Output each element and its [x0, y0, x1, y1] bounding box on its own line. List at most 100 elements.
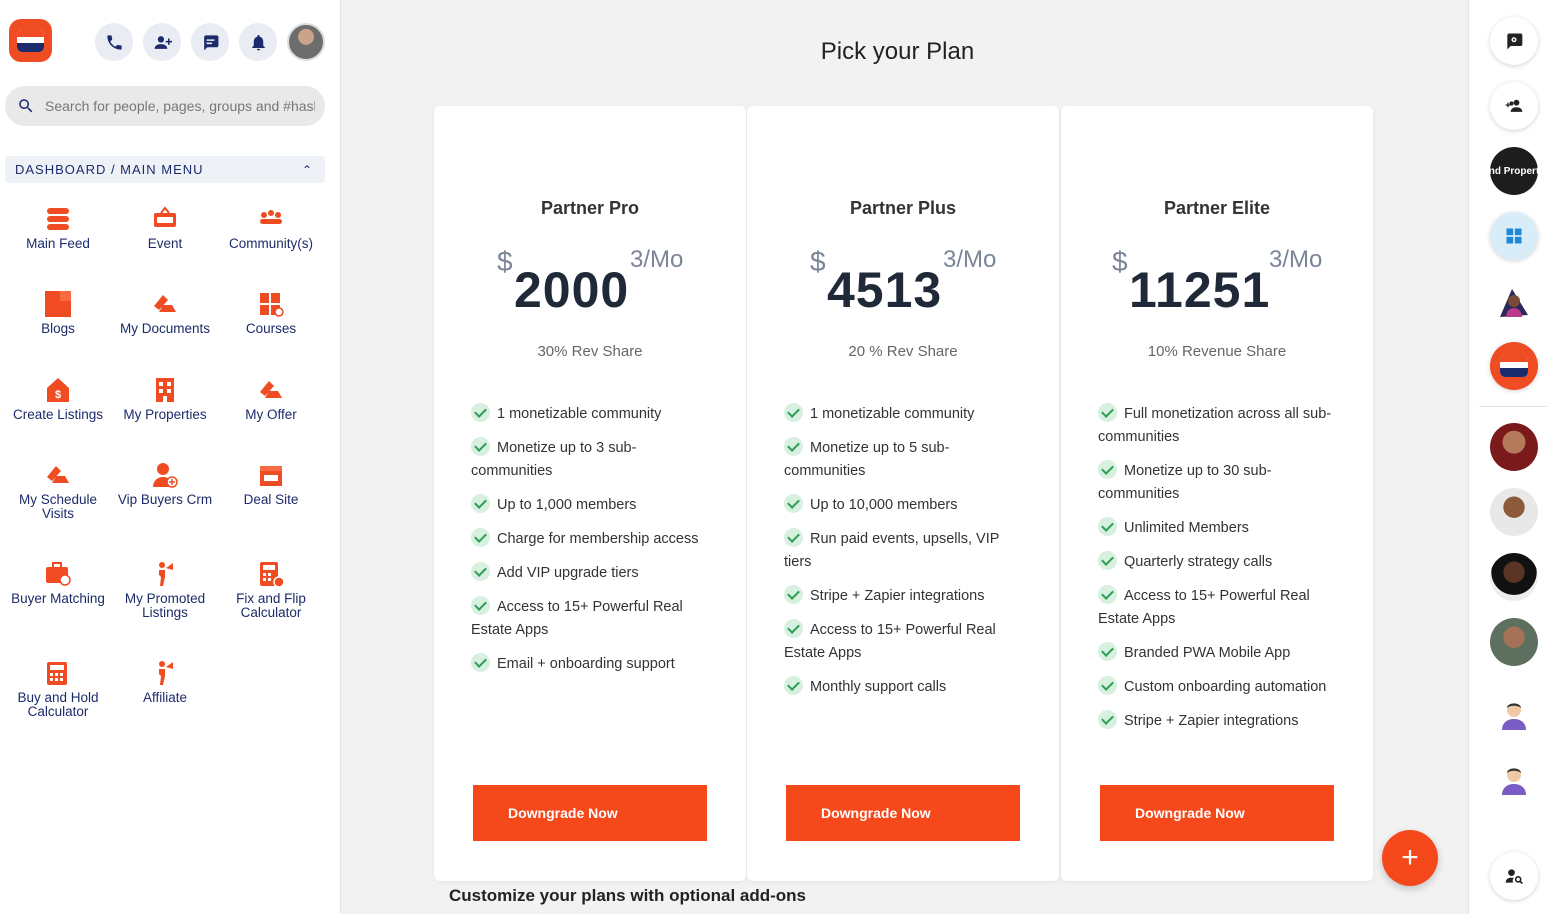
buyer-matching-icon	[44, 560, 72, 588]
price-period: 3/Mo	[1269, 246, 1323, 273]
add-fab-button[interactable]: +	[1382, 830, 1438, 886]
feature-item: Email + onboarding support	[471, 653, 711, 676]
contact-avatar-default[interactable]	[1490, 755, 1538, 803]
price-currency: $	[497, 246, 513, 277]
menu-item-my-properties[interactable]: My Properties	[112, 376, 218, 422]
contact-avatar[interactable]	[1490, 618, 1538, 666]
main-menu-header[interactable]: DASHBOARD / MAIN MENU ⌃	[5, 156, 325, 183]
feature-item: Monthly support calls	[784, 676, 1024, 699]
menu-item-label: Deal Site	[243, 492, 299, 507]
feature-item: Unlimited Members	[1098, 517, 1338, 540]
check-icon	[471, 494, 490, 513]
revenue-share: 10% Revenue Share	[1147, 343, 1287, 360]
app-logo[interactable]	[9, 19, 52, 62]
feature-item: Up to 10,000 members	[784, 494, 1024, 517]
feature-item: 1 monetizable community	[471, 403, 711, 426]
chevron-up-icon[interactable]: ⌃	[302, 163, 313, 177]
plan-card-partner-elite: Partner Elite $ 11251 3/Mo 10% Revenue S…	[1061, 106, 1373, 881]
check-icon	[1098, 403, 1117, 422]
menu-item-deal-site[interactable]: Deal Site	[218, 461, 324, 507]
menu-item-my-documents[interactable]: My Documents	[112, 290, 218, 336]
price-currency: $	[810, 246, 826, 277]
downgrade-button[interactable]: Downgrade Now	[1100, 785, 1334, 841]
header-actions	[95, 23, 325, 61]
check-icon	[1098, 710, 1117, 729]
calculator-icon	[44, 659, 72, 687]
check-icon	[784, 676, 803, 695]
menu-item-fix-and-flip-calculator[interactable]: Fix and Flip Calculator	[218, 560, 324, 620]
feature-item: Stripe + Zapier integrations	[784, 585, 1024, 608]
search-input[interactable]	[45, 98, 315, 114]
contact-avatar[interactable]	[1490, 553, 1538, 601]
feature-item: Run paid events, upsells, VIP tiers	[784, 528, 1024, 574]
check-icon	[784, 437, 803, 456]
courses-icon	[257, 290, 285, 318]
contact-avatar-default[interactable]	[1490, 690, 1538, 738]
affiliate-icon	[151, 659, 179, 687]
menu-item-vip-buyers-crm[interactable]: Vip Buyers Crm	[112, 461, 218, 507]
check-icon	[784, 585, 803, 604]
contact-avatar[interactable]	[1490, 423, 1538, 471]
app-logo-icon[interactable]	[1490, 342, 1538, 390]
menu-item-affiliate[interactable]: Affiliate	[112, 659, 218, 705]
main-menu-title: DASHBOARD / MAIN MENU	[15, 162, 204, 177]
settings-chat-icon[interactable]	[1490, 17, 1538, 65]
menu-item-label: Blogs	[41, 321, 75, 336]
menu-item-main-feed[interactable]: Main Feed	[5, 205, 111, 251]
properties-icon	[151, 376, 179, 404]
check-icon	[1098, 642, 1117, 661]
check-icon	[1098, 585, 1117, 604]
feature-list: Full monetization across all sub-communi…	[1098, 403, 1338, 744]
check-icon	[471, 653, 490, 672]
menu-item-label: Courses	[245, 321, 297, 336]
check-icon	[471, 596, 490, 615]
chat-icon[interactable]	[191, 23, 229, 61]
menu-item-community[interactable]: Community(s)	[218, 205, 324, 251]
downgrade-button[interactable]: Downgrade Now	[473, 785, 707, 841]
menu-item-buyer-matching[interactable]: Buyer Matching	[5, 560, 111, 606]
addons-heading: Customize your plans with optional add-o…	[449, 886, 807, 905]
menu-item-label: Affiliate	[142, 690, 188, 705]
feature-item: Monetize up to 30 sub-communities	[1098, 460, 1338, 506]
add-user-icon[interactable]	[143, 23, 181, 61]
page-title: Pick your Plan	[820, 38, 975, 65]
find-user-icon[interactable]	[1490, 852, 1538, 900]
check-icon	[784, 619, 803, 638]
menu-item-blogs[interactable]: Blogs	[5, 290, 111, 336]
left-sidebar: DASHBOARD / MAIN MENU ⌃ Main Feed Event …	[0, 0, 341, 914]
group-thumbnail-property[interactable]: nd Propert	[1490, 147, 1538, 195]
price-period: 3/Mo	[943, 246, 997, 273]
menu-item-label: Main Feed	[26, 236, 90, 251]
menu-item-my-offer[interactable]: My Offer	[218, 376, 324, 422]
menu-item-my-promoted-listings[interactable]: My Promoted Listings	[112, 560, 218, 620]
menu-item-label: Event	[147, 236, 183, 251]
check-icon	[471, 403, 490, 422]
search-bar	[5, 86, 325, 126]
bell-icon[interactable]	[239, 23, 277, 61]
downgrade-button[interactable]: Downgrade Now	[786, 785, 1020, 841]
check-icon	[471, 562, 490, 581]
menu-item-label: Community(s)	[228, 236, 313, 251]
check-icon	[471, 437, 490, 456]
user-avatar[interactable]	[287, 23, 325, 61]
search-icon	[19, 99, 33, 113]
menu-item-courses[interactable]: Courses	[218, 290, 324, 336]
feature-item: Monetize up to 5 sub-communities	[784, 437, 1024, 483]
menu-item-my-schedule-visits[interactable]: My Schedule Visits	[5, 461, 111, 521]
offer-icon	[257, 376, 285, 404]
plan-name: Partner Elite	[1163, 198, 1271, 218]
menu-item-event[interactable]: Event	[112, 205, 218, 251]
group-thumbnail-avatar[interactable]	[1490, 277, 1538, 325]
feature-item: Access to 15+ Powerful Real Estate Apps	[471, 596, 711, 642]
plan-card-partner-pro: Partner Pro $ 2000 3/Mo 30% Rev Share 1 …	[434, 106, 746, 881]
windows-icon[interactable]	[1490, 212, 1538, 260]
menu-item-create-listings[interactable]: $ Create Listings	[5, 376, 111, 422]
menu-item-buy-and-hold-calculator[interactable]: Buy and Hold Calculator	[5, 659, 111, 719]
contact-avatar[interactable]	[1490, 488, 1538, 536]
feature-item: Custom onboarding automation	[1098, 676, 1338, 699]
feature-item: Charge for membership access	[471, 528, 711, 551]
plan-name: Partner Pro	[540, 198, 640, 218]
revenue-share: 20 % Rev Share	[848, 343, 958, 360]
phone-icon[interactable]	[95, 23, 133, 61]
add-group-icon[interactable]	[1490, 82, 1538, 130]
